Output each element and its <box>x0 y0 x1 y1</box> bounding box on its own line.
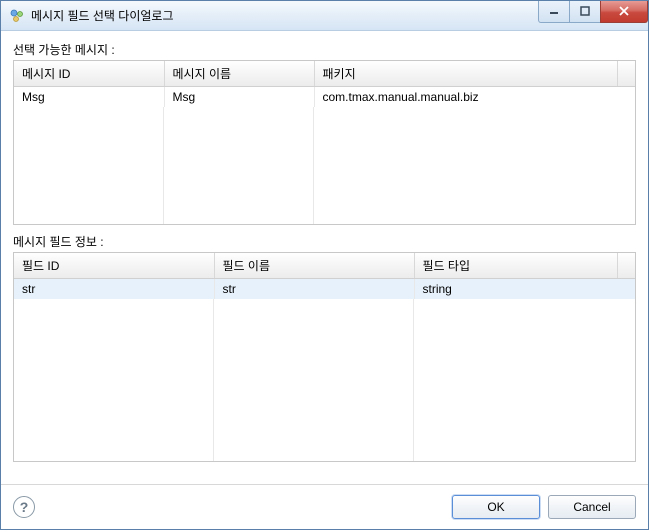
cell-field-id: str <box>14 279 214 299</box>
available-messages-section: 선택 가능한 메시지 : 메시지 ID 메시지 이름 패키지 <box>13 41 636 225</box>
cell-message-name: Msg <box>164 87 314 107</box>
dialog-footer: ? OK Cancel <box>1 484 648 529</box>
fields-table-header: 필드 ID 필드 이름 필드 타입 <box>14 253 635 279</box>
table-row[interactable]: str str string <box>14 279 635 299</box>
col-spacer <box>617 61 635 87</box>
messages-table[interactable]: 메시지 ID 메시지 이름 패키지 Msg Msg com.tmax.manua… <box>13 60 636 225</box>
button-bar: OK Cancel <box>452 495 636 519</box>
messages-empty-area <box>14 107 635 226</box>
dialog-content: 선택 가능한 메시지 : 메시지 ID 메시지 이름 패키지 <box>1 31 648 484</box>
window-controls <box>539 1 648 23</box>
maximize-button[interactable] <box>569 1 601 23</box>
window-title: 메시지 필드 선택 다이얼로그 <box>31 7 539 24</box>
help-icon[interactable]: ? <box>13 496 35 518</box>
close-button[interactable] <box>600 1 648 23</box>
messages-table-header: 메시지 ID 메시지 이름 패키지 <box>14 61 635 87</box>
minimize-button[interactable] <box>538 1 570 23</box>
col-message-id[interactable]: 메시지 ID <box>14 61 164 87</box>
cell-field-name: str <box>214 279 414 299</box>
col-field-type[interactable]: 필드 타입 <box>414 253 617 279</box>
cell-package: com.tmax.manual.manual.biz <box>314 87 635 107</box>
ok-button[interactable]: OK <box>452 495 540 519</box>
col-field-name[interactable]: 필드 이름 <box>214 253 414 279</box>
fields-table[interactable]: 필드 ID 필드 이름 필드 타입 str str string <box>13 252 636 462</box>
fields-empty-area <box>14 299 635 463</box>
col-spacer <box>617 253 635 279</box>
titlebar[interactable]: 메시지 필드 선택 다이얼로그 <box>1 1 648 31</box>
cell-field-type: string <box>414 279 635 299</box>
dialog-window: 메시지 필드 선택 다이얼로그 선택 가능한 메시지 : <box>0 0 649 530</box>
cell-message-id: Msg <box>14 87 164 107</box>
col-message-name[interactable]: 메시지 이름 <box>164 61 314 87</box>
col-package[interactable]: 패키지 <box>314 61 617 87</box>
available-messages-label: 선택 가능한 메시지 : <box>13 41 636 58</box>
field-info-section: 메시지 필드 정보 : 필드 ID 필드 이름 필드 타입 <box>13 233 636 462</box>
field-info-label: 메시지 필드 정보 : <box>13 233 636 250</box>
cancel-button[interactable]: Cancel <box>548 495 636 519</box>
col-field-id[interactable]: 필드 ID <box>14 253 214 279</box>
table-row[interactable]: Msg Msg com.tmax.manual.manual.biz <box>14 87 635 107</box>
app-icon <box>9 8 25 24</box>
